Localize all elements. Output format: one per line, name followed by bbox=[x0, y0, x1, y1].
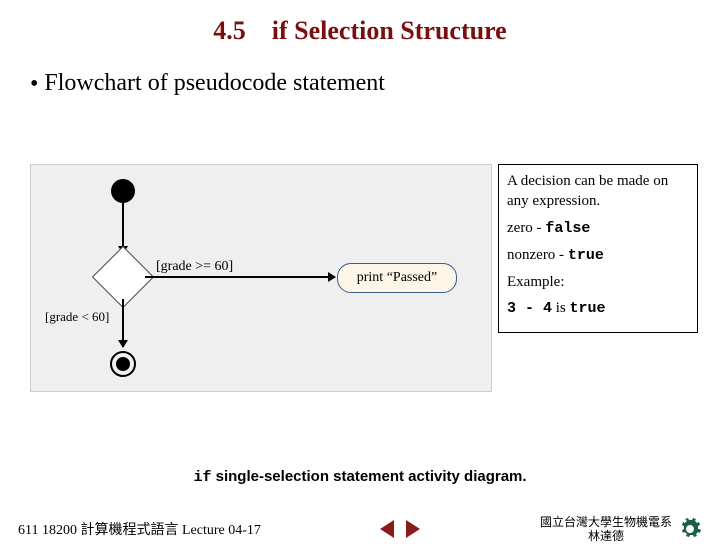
arrow-icon bbox=[145, 276, 335, 278]
annotation-line: A decision can be made on any expression… bbox=[507, 171, 689, 212]
annotation-zero: zero - false bbox=[507, 218, 689, 239]
organization-block: 國立台灣大學生物機電系 林達德 bbox=[540, 515, 702, 544]
guard-false-label: [grade < 60] bbox=[45, 309, 109, 325]
arrow-icon bbox=[122, 299, 124, 347]
section-number: 4.5 bbox=[213, 16, 246, 45]
title-text: if Selection Structure bbox=[272, 16, 507, 45]
slide-title: 4.5 if Selection Structure bbox=[0, 16, 720, 46]
next-button[interactable] bbox=[403, 519, 423, 539]
annotation-example-label: Example: bbox=[507, 272, 689, 292]
triangle-left-icon bbox=[380, 520, 394, 538]
bullet-item: Flowchart of pseudocode statement bbox=[30, 70, 720, 98]
final-state-icon bbox=[110, 351, 136, 377]
annotation-example: 3 - 4 is true bbox=[507, 298, 689, 319]
org-line2: 林達德 bbox=[540, 529, 672, 543]
prev-button[interactable] bbox=[377, 519, 397, 539]
triangle-right-icon bbox=[406, 520, 420, 538]
nav-controls bbox=[377, 519, 423, 539]
bullet-text: Flowchart of pseudocode statement bbox=[44, 70, 385, 96]
org-line1: 國立台灣大學生物機電系 bbox=[540, 515, 672, 529]
gear-icon bbox=[678, 517, 702, 541]
initial-state-icon bbox=[111, 179, 135, 203]
guard-true-label: [grade >= 60] bbox=[156, 259, 233, 275]
caption-keyword: if bbox=[193, 469, 211, 486]
figure-caption: if single-selection statement activity d… bbox=[0, 468, 720, 486]
course-code: 611 18200 計算機程式語言 Lecture 04-17 bbox=[18, 519, 261, 539]
caption-text: single-selection statement activity diag… bbox=[211, 468, 526, 485]
annotation-box: A decision can be made on any expression… bbox=[498, 164, 698, 333]
flowchart-diagram: [grade >= 60] [grade < 60] print “Passed… bbox=[30, 164, 492, 392]
action-node: print “Passed” bbox=[337, 263, 457, 293]
annotation-nonzero: nonzero - true bbox=[507, 245, 689, 266]
